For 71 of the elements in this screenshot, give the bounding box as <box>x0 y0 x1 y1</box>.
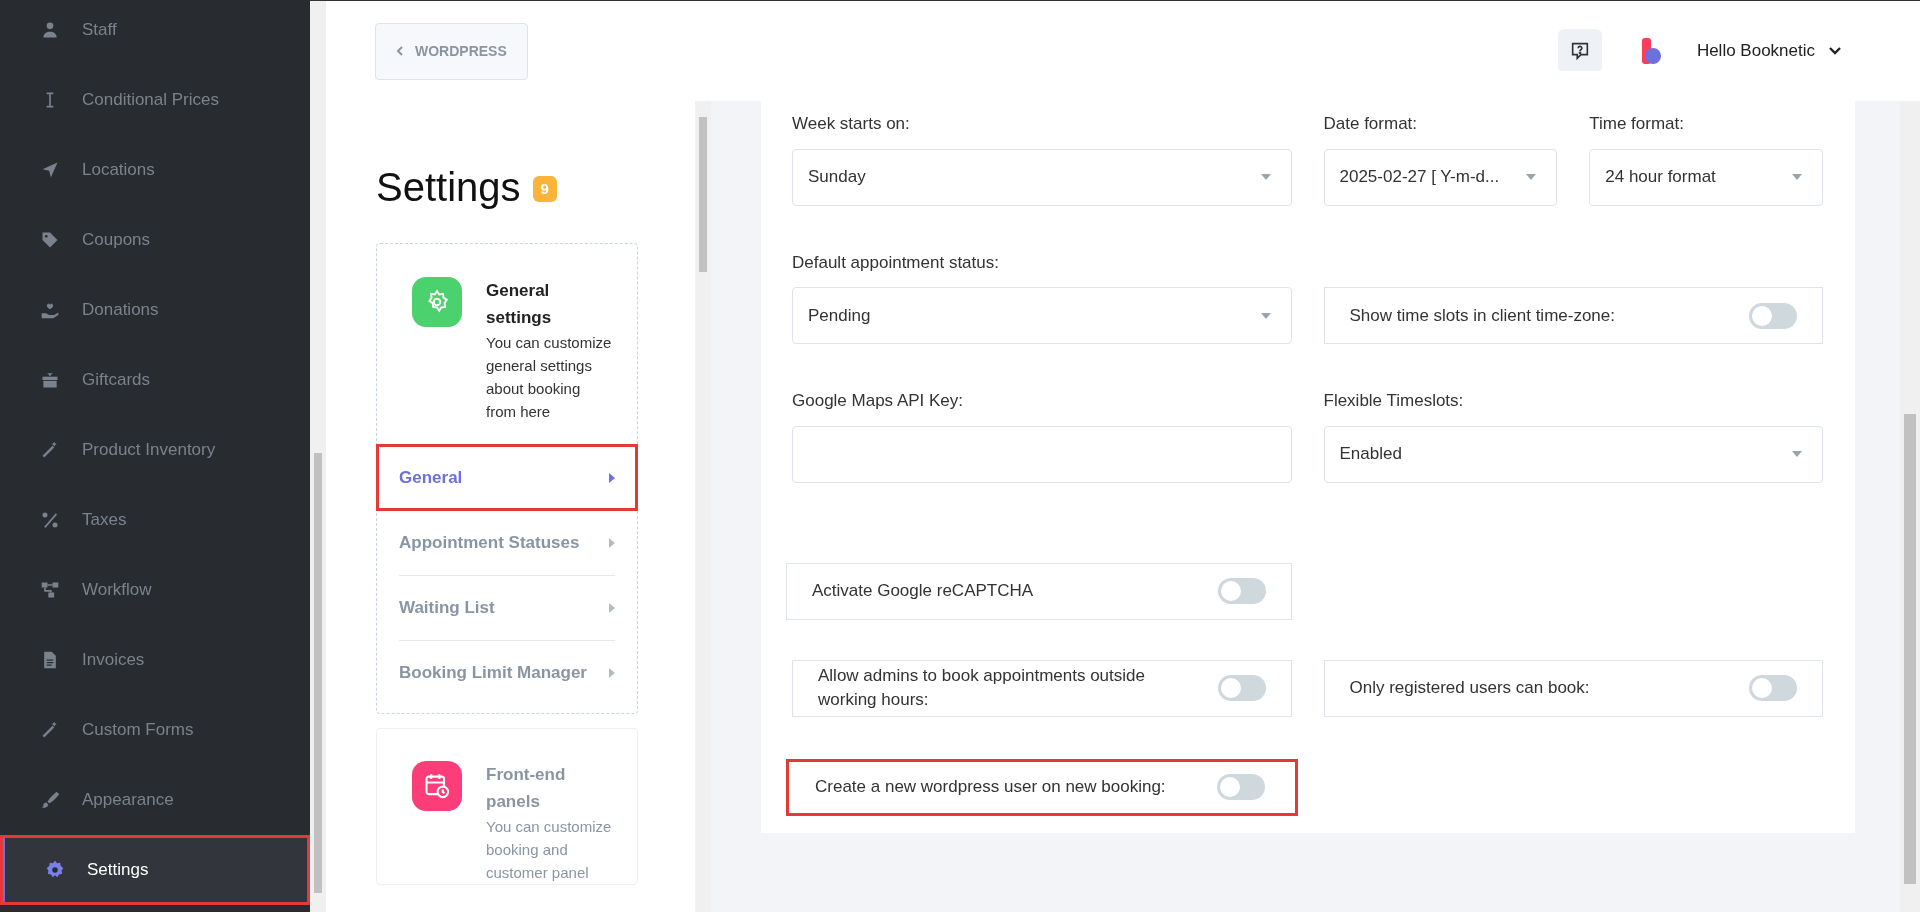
field-label: Flexible Timeslots: <box>1323 390 1465 412</box>
toggle-label: Show time slots in client time-zone: <box>1349 304 1615 327</box>
gear-icon <box>45 860 65 880</box>
sidebar-item[interactable]: Staff <box>0 0 310 65</box>
card-title: General settings <box>486 280 553 329</box>
dropdown-caret-icon <box>1260 174 1271 180</box>
dropdown-caret-icon <box>1526 174 1537 180</box>
toggle-label: Only registered users can book: <box>1349 677 1590 699</box>
sidebar-item[interactable]: Workflow <box>0 555 310 625</box>
sidebar-item[interactable]: Appearance <box>0 765 310 835</box>
caret-right-icon <box>609 537 615 548</box>
field-label: Google Maps API Key: <box>792 390 965 412</box>
sidebar-item[interactable]: Taxes <box>0 485 310 555</box>
dropdown-caret-icon <box>1260 312 1271 319</box>
caret-right-icon <box>609 603 615 613</box>
sidebar-item[interactable]: Locations <box>0 135 310 205</box>
toggle-switch[interactable] <box>1216 774 1265 800</box>
percent-icon <box>40 510 60 530</box>
select-field[interactable]: 24 hour format <box>1589 148 1823 206</box>
dropdown-caret-icon <box>1792 174 1802 180</box>
field-label: Week starts on: <box>792 113 911 135</box>
settings-menu-item[interactable]: General <box>377 445 637 510</box>
toggle-switch[interactable] <box>1749 302 1797 329</box>
field-label: Time format: <box>1589 113 1686 135</box>
count-badge: 9 <box>532 175 557 203</box>
sidebar-item[interactable]: Product Inventory <box>0 415 310 485</box>
field-label: Date format: <box>1323 113 1419 135</box>
caret-right-icon <box>609 472 615 483</box>
select-field[interactable]: Pending <box>792 287 1292 344</box>
calendar-icon <box>423 772 451 800</box>
select-field[interactable]: 2025-02-27 [ Y-m-d... <box>1323 148 1558 206</box>
dropdown-caret-icon <box>1792 451 1802 457</box>
sidebar-item[interactable]: Coupons <box>0 205 310 275</box>
field-label: Default appointment status: <box>792 251 1000 274</box>
settings-menu-item[interactable]: Booking Limit Manager <box>399 640 615 705</box>
page-title: Settings <box>376 164 521 211</box>
sidebar-item[interactable]: Invoices <box>0 625 310 695</box>
chevron-left-icon <box>396 46 403 56</box>
scrollbar-thumb[interactable] <box>314 453 322 893</box>
card-description: You can customize booking and customer panel <box>486 817 613 883</box>
logo-icon <box>1641 38 1662 64</box>
input-field[interactable] <box>792 425 1292 483</box>
chevron-down-icon <box>1829 47 1841 55</box>
tag-icon <box>40 230 60 250</box>
caret-right-icon <box>609 668 615 678</box>
sidebar-item[interactable]: Conditional Prices <box>0 65 310 135</box>
select-field[interactable]: Sunday <box>792 148 1292 206</box>
toggle-switch[interactable] <box>1749 675 1797 701</box>
flowchart-icon <box>40 580 60 600</box>
settings-menu-item[interactable]: Waiting List <box>399 575 615 640</box>
scrollbar-thumb[interactable] <box>1904 414 1916 884</box>
toggle-label: Activate Google reCAPTCHA <box>812 580 1034 602</box>
paintbrush-icon <box>40 790 60 810</box>
gift-icon <box>40 370 60 390</box>
user-menu[interactable]: Hello Booknetic <box>1696 38 1815 64</box>
help-button[interactable] <box>1557 29 1602 73</box>
sidebar-item[interactable]: Donations <box>0 275 310 345</box>
toggle-switch[interactable] <box>1217 578 1266 604</box>
select-field[interactable]: Enabled <box>1323 425 1823 483</box>
sidebar-item[interactable]: Giftcards <box>0 345 310 415</box>
card-description: You can customize general settings about booking from here <box>486 333 613 422</box>
sidebar-item[interactable]: Custom Forms <box>0 695 310 765</box>
back-button[interactable]: WORDPRESS <box>375 22 528 80</box>
scrollbar-thumb[interactable] <box>699 117 707 272</box>
toggle-label: Create a new wordpress user on new booking: <box>815 776 1166 798</box>
person-icon <box>40 20 60 40</box>
toggle-label: Allow admins to book appointments outside working hours: <box>818 665 1146 711</box>
settings-menu-item[interactable]: Appointment Statuses <box>399 510 615 575</box>
sidebar-item[interactable]: Settings <box>0 835 310 905</box>
card-title: Front-end panels <box>486 764 567 813</box>
toggle-switch[interactable] <box>1217 675 1266 701</box>
